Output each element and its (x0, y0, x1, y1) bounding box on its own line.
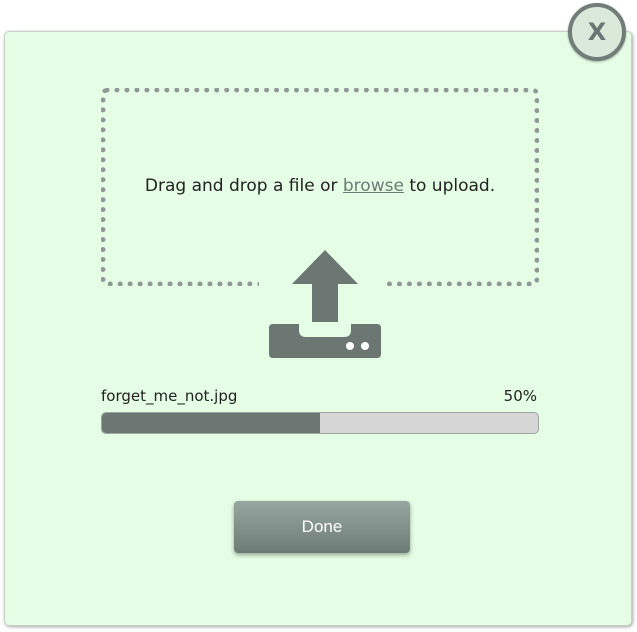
dropzone-text-before: Drag and drop a file or (144, 176, 343, 196)
upload-percent: 50% (503, 387, 537, 405)
dropzone-instructions: Drag and drop a file or browse to upload… (101, 176, 539, 196)
dropzone-text-after: to upload. (403, 176, 496, 196)
upload-progress-fill (102, 413, 320, 433)
file-name: forget_me_not.jpg (101, 387, 238, 405)
close-button[interactable]: X (568, 3, 626, 61)
done-button[interactable]: Done (234, 501, 410, 553)
close-icon: X (587, 17, 607, 46)
upload-dialog: Drag and drop a file or browse to upload… (4, 31, 632, 626)
upload-progress-bar (101, 412, 539, 434)
upload-icon (259, 242, 387, 362)
browse-link[interactable]: browse (343, 176, 404, 196)
